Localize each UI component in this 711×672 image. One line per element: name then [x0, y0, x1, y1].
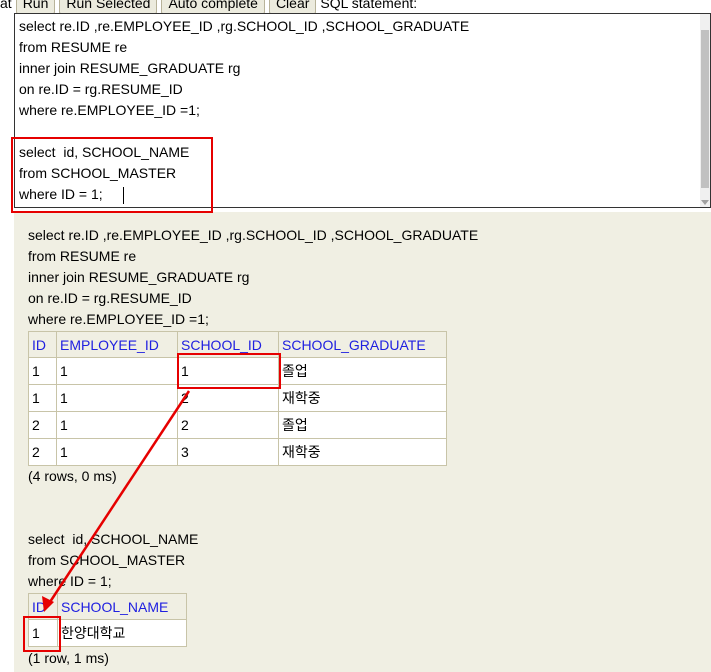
- cell-school-graduate: 졸업: [278, 411, 447, 439]
- column-header-employee-id[interactable]: EMPLOYEE_ID: [56, 331, 178, 358]
- cell-school-graduate: 졸업: [278, 357, 447, 385]
- clear-button[interactable]: Clear: [268, 0, 317, 14]
- cell-id: 2: [28, 438, 57, 466]
- column-header-school-id[interactable]: SCHOOL_ID: [177, 331, 279, 358]
- column-header-school-graduate[interactable]: SCHOOL_GRADUATE: [278, 331, 447, 358]
- table-header-row: ID EMPLOYEE_ID SCHOOL_ID SCHOOL_GRADUATE: [28, 331, 447, 358]
- table-header-row: ID SCHOOL_NAME: [28, 593, 187, 620]
- cell-employee-id: 1: [56, 384, 178, 412]
- table-row: 2 1 3 재학중: [28, 438, 447, 466]
- result-1-table: ID EMPLOYEE_ID SCHOOL_ID SCHOOL_GRADUATE…: [28, 331, 447, 466]
- sql-editor[interactable]: select re.ID ,re.EMPLOYEE_ID ,rg.SCHOOL_…: [14, 13, 711, 208]
- toolbar-leading-text: at: [0, 0, 12, 11]
- cell-school-id: 2: [177, 411, 279, 439]
- cell-id: 2: [28, 411, 57, 439]
- cell-id: 1: [28, 357, 57, 385]
- editor-scrollbar[interactable]: [700, 14, 710, 207]
- auto-complete-button[interactable]: Auto complete: [161, 0, 265, 14]
- result-2-query: select id, SCHOOL_NAME from SCHOOL_MASTE…: [28, 531, 199, 589]
- table-row: 2 1 2 졸업: [28, 411, 447, 439]
- result-2-table: ID SCHOOL_NAME 1 한양대학교: [28, 593, 187, 647]
- result-2-info: (1 row, 1 ms): [28, 650, 109, 666]
- cell-employee-id: 1: [56, 357, 178, 385]
- run-button[interactable]: Run: [15, 0, 56, 14]
- table-row: 1 한양대학교: [28, 619, 187, 647]
- result-1-query: select re.ID ,re.EMPLOYEE_ID ,rg.SCHOOL_…: [28, 227, 479, 327]
- table-row: 1 1 2 재학중: [28, 384, 447, 412]
- run-selected-button[interactable]: Run Selected: [59, 0, 158, 14]
- cell-id: 1: [28, 384, 57, 412]
- cell-employee-id: 1: [56, 411, 178, 439]
- scrollbar-thumb[interactable]: [701, 30, 709, 188]
- sql-editor-text[interactable]: select re.ID ,re.EMPLOYEE_ID ,rg.SCHOOL_…: [19, 16, 469, 205]
- toolbar: at Run Run Selected Auto complete Clear …: [0, 0, 711, 14]
- cell-school-name: 한양대학교: [57, 619, 187, 647]
- column-header-id[interactable]: ID: [28, 593, 58, 620]
- sql-statement-label: SQL statement:: [320, 0, 418, 11]
- scroll-down-arrow-icon[interactable]: [701, 200, 709, 205]
- column-header-id[interactable]: ID: [28, 331, 57, 358]
- cell-school-id: 3: [177, 438, 279, 466]
- result-1-info: (4 rows, 0 ms): [28, 468, 117, 484]
- table-row: 1 1 1 졸업: [28, 357, 447, 385]
- column-header-school-name[interactable]: SCHOOL_NAME: [57, 593, 187, 620]
- cell-school-id: 1: [177, 357, 279, 385]
- cell-school-graduate: 재학중: [278, 438, 447, 466]
- cell-school-id: 2: [177, 384, 279, 412]
- cell-employee-id: 1: [56, 438, 178, 466]
- text-caret: [123, 187, 124, 204]
- cell-school-graduate: 재학중: [278, 384, 447, 412]
- cell-id: 1: [28, 619, 58, 647]
